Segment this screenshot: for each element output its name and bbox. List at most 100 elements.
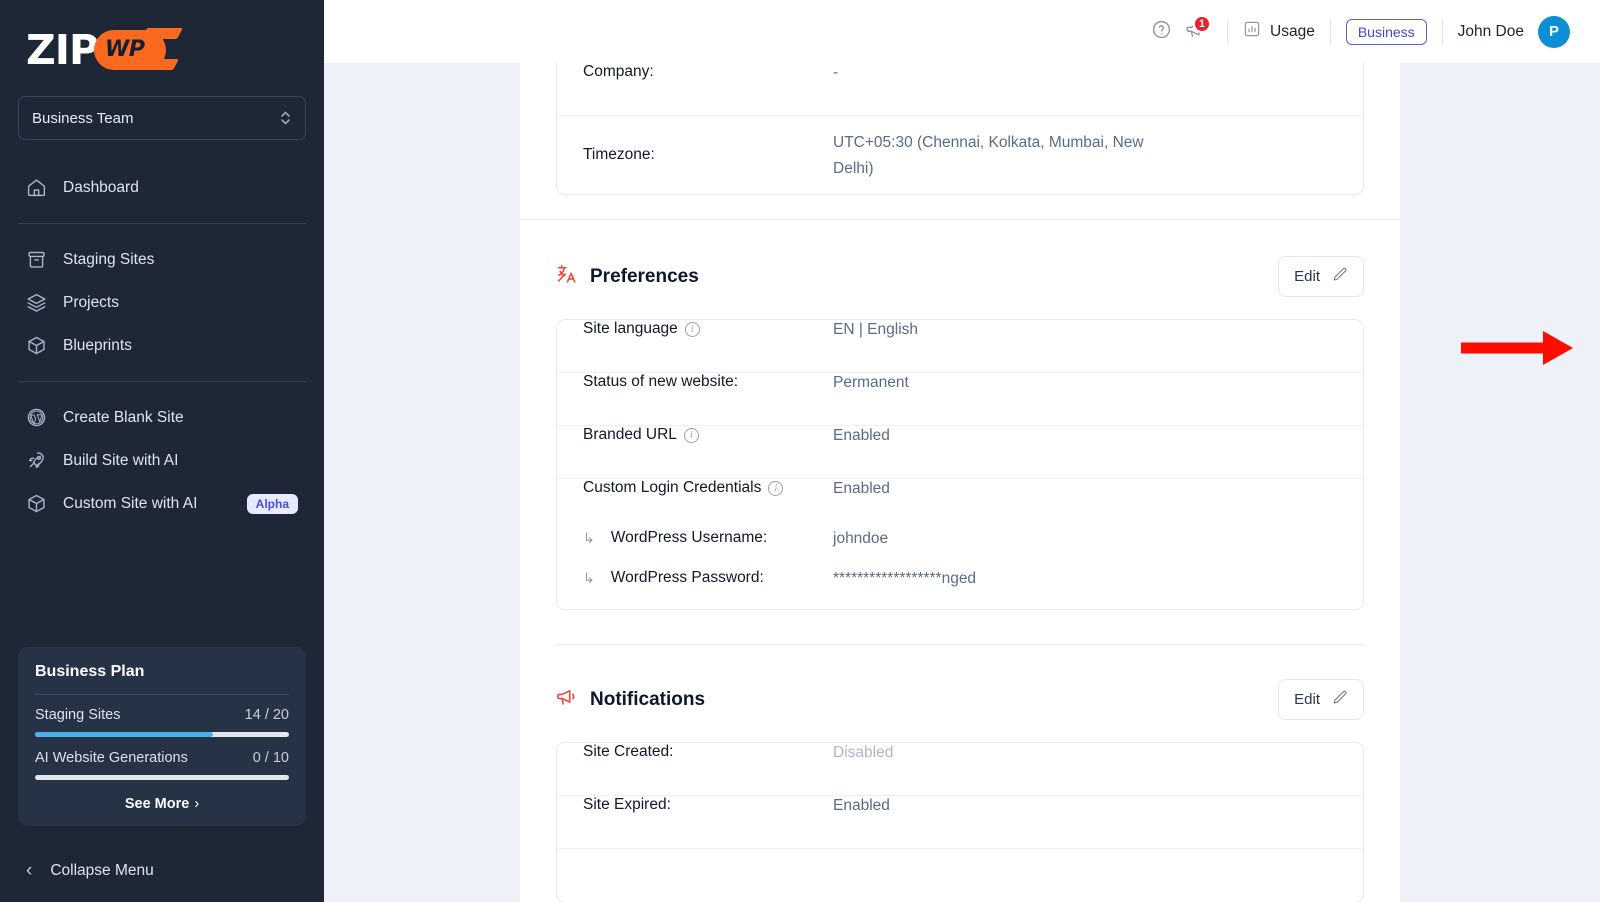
row-value: Enabled bbox=[833, 797, 890, 814]
logo-wp-badge: WP bbox=[94, 28, 183, 72]
preferences-edit-button[interactable]: Edit bbox=[1278, 256, 1364, 297]
info-icon[interactable]: i bbox=[683, 427, 699, 443]
table-row: Timezone: UTC+05:30 (Chennai, Kolkata, M… bbox=[557, 116, 1363, 194]
preferences-card: Site language i EN | English Status of n… bbox=[556, 319, 1364, 610]
user-name[interactable]: John Doe bbox=[1458, 23, 1524, 41]
rocket-icon bbox=[26, 450, 47, 471]
usage-label: Usage bbox=[1270, 22, 1315, 40]
topbar-divider bbox=[1441, 19, 1443, 44]
usage-button[interactable]: Usage bbox=[1243, 20, 1315, 43]
logo-text-zip: ZIP bbox=[26, 25, 99, 74]
row-value: johndoe bbox=[833, 530, 889, 547]
sidebar-item-blueprints[interactable]: Blueprints bbox=[0, 324, 324, 367]
row-label: Company: bbox=[583, 63, 654, 80]
row-label: Custom Login Credentials i bbox=[583, 479, 833, 497]
table-row bbox=[557, 849, 1363, 902]
sub-item-arrow-icon: ↳ bbox=[583, 529, 595, 546]
account-info-card: Company: - Timezone: UTC+05:30 (Chennai,… bbox=[556, 63, 1364, 195]
wordpress-icon bbox=[26, 407, 47, 428]
sidebar-item-dashboard[interactable]: Dashboard bbox=[0, 166, 324, 209]
row-value: Enabled bbox=[833, 480, 890, 497]
content-area: 1 Usage Business John Doe P Company: - T… bbox=[324, 0, 1600, 902]
plan-usage-value: 14 / 20 bbox=[244, 707, 289, 723]
notification-count-badge: 1 bbox=[1193, 14, 1212, 33]
announcements-button[interactable]: 1 bbox=[1178, 14, 1212, 49]
app-logo[interactable]: ZIP WP bbox=[0, 0, 324, 78]
chevron-right-icon: › bbox=[194, 796, 200, 812]
table-row: Branded URL i Enabled bbox=[557, 426, 1363, 479]
sidebar-item-staging-sites[interactable]: Staging Sites bbox=[0, 238, 324, 281]
row-label-text: WordPress Password: bbox=[610, 569, 764, 586]
sidebar-item-build-site-with-ai[interactable]: Build Site with AI bbox=[0, 439, 324, 482]
plan-divider bbox=[35, 694, 289, 695]
table-row: ↳ WordPress Username: johndoe bbox=[557, 529, 1363, 569]
chevron-left-icon: ‹ bbox=[26, 860, 33, 881]
topbar: 1 Usage Business John Doe P bbox=[324, 0, 1600, 63]
megaphone-icon bbox=[556, 686, 578, 714]
plan-badge-button[interactable]: Business bbox=[1345, 18, 1427, 45]
row-value: ******************nged bbox=[833, 570, 977, 587]
row-value: Enabled bbox=[833, 427, 890, 444]
plan-usage-label: AI Website Generations bbox=[35, 750, 188, 766]
home-icon bbox=[26, 177, 47, 198]
sidebar-item-projects[interactable]: Projects bbox=[0, 281, 324, 324]
row-value: Disabled bbox=[833, 744, 894, 761]
row-label: Site language i bbox=[583, 320, 833, 338]
table-row: Custom Login Credentials i Enabled bbox=[557, 479, 1363, 529]
layers-icon bbox=[26, 292, 47, 313]
sub-item-arrow-icon: ↳ bbox=[583, 569, 595, 586]
chevron-updown-icon bbox=[279, 109, 292, 127]
table-row: Site Expired: Enabled bbox=[557, 796, 1363, 849]
plan-usage-progress bbox=[35, 775, 289, 780]
plan-usage-card: Business Plan Staging Sites 14 / 20 AI W… bbox=[18, 647, 306, 826]
plan-usage-value: 0 / 10 bbox=[252, 750, 289, 766]
info-icon[interactable]: i bbox=[684, 321, 700, 337]
row-label-text: Custom Login Credentials bbox=[583, 479, 762, 496]
plan-usage-row: Staging Sites 14 / 20 bbox=[35, 707, 289, 723]
table-row: Company: - bbox=[557, 63, 1363, 116]
notifications-card: Site Created: Disabled Site Expired: Ena… bbox=[556, 742, 1364, 902]
section-title: Preferences bbox=[556, 263, 699, 291]
notifications-header: Notifications Edit bbox=[556, 679, 1364, 720]
sidebar-item-custom-site-with-ai[interactable]: Custom Site with AI Alpha bbox=[0, 482, 324, 525]
alpha-badge: Alpha bbox=[246, 493, 298, 514]
row-value: - bbox=[833, 64, 839, 81]
row-label-text: Branded URL bbox=[583, 426, 677, 443]
row-label: Branded URL i bbox=[583, 426, 833, 444]
notifications-edit-button[interactable]: Edit bbox=[1278, 679, 1364, 720]
row-label: Timezone: bbox=[583, 146, 655, 163]
translate-icon bbox=[556, 263, 578, 291]
row-label-text: Status of new website: bbox=[583, 373, 739, 390]
app-root: ZIP WP Business Team Dashboard Staging S… bbox=[0, 0, 1600, 902]
row-value: Permanent bbox=[833, 374, 909, 391]
table-row: Status of new website: Permanent bbox=[557, 373, 1363, 426]
sidebar-nav: Dashboard Staging Sites Projects Bluepri… bbox=[0, 166, 324, 525]
plan-usage-progress bbox=[35, 732, 289, 737]
sidebar: ZIP WP Business Team Dashboard Staging S… bbox=[0, 0, 324, 902]
annotation-arrow bbox=[1461, 331, 1573, 365]
row-label: ↳ WordPress Username: bbox=[583, 529, 833, 547]
archive-icon bbox=[26, 249, 47, 270]
row-label: Status of new website: bbox=[583, 373, 833, 391]
collapse-menu-label: Collapse Menu bbox=[50, 862, 154, 879]
table-row: Site language i EN | English bbox=[557, 320, 1363, 373]
team-selector[interactable]: Business Team bbox=[18, 96, 306, 140]
row-label: ↳ WordPress Password: bbox=[583, 569, 833, 587]
notifications-section: Notifications Edit Site Created: Disable… bbox=[520, 645, 1400, 902]
see-more-label: See More bbox=[124, 796, 190, 812]
help-button[interactable] bbox=[1144, 15, 1178, 49]
see-more-button[interactable]: See More › bbox=[35, 793, 289, 812]
sidebar-item-label: Build Site with AI bbox=[63, 451, 179, 469]
collapse-menu-button[interactable]: ‹ Collapse Menu bbox=[0, 840, 324, 902]
sidebar-divider-1 bbox=[18, 223, 306, 224]
sidebar-item-create-blank-site[interactable]: Create Blank Site bbox=[0, 396, 324, 439]
preferences-section: Preferences Edit Site language i EN | En… bbox=[520, 220, 1400, 645]
edit-label: Edit bbox=[1294, 691, 1320, 708]
sidebar-item-label: Create Blank Site bbox=[63, 408, 184, 426]
page-stage: Company: - Timezone: UTC+05:30 (Chennai,… bbox=[324, 63, 1600, 902]
notifications-title: Notifications bbox=[590, 688, 706, 710]
info-icon[interactable]: i bbox=[768, 480, 784, 496]
row-value: EN | English bbox=[833, 321, 919, 338]
pencil-icon bbox=[1331, 689, 1348, 710]
avatar[interactable]: P bbox=[1538, 15, 1570, 48]
